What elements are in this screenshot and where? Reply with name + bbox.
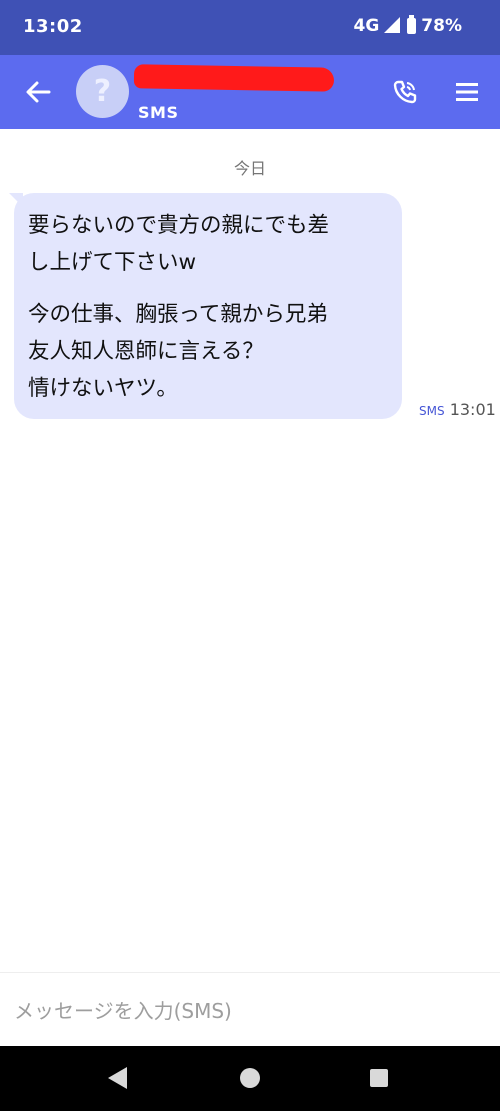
conversation-toolbar: ? SMS xyxy=(0,55,500,129)
call-button[interactable] xyxy=(385,72,425,112)
battery-icon xyxy=(407,15,417,34)
back-arrow-icon xyxy=(26,81,51,103)
status-time: 13:02 xyxy=(23,16,83,37)
status-bar: 13:02 4G 78% xyxy=(0,0,500,55)
date-separator: 今日 xyxy=(233,159,266,178)
menu-icon xyxy=(456,83,478,101)
status-indicators: 4G 78% xyxy=(353,15,462,36)
system-nav-bar xyxy=(0,1046,500,1111)
message-meta: SMS 13:01 xyxy=(419,400,496,419)
contact-avatar[interactable]: ? xyxy=(76,65,129,118)
menu-button[interactable] xyxy=(447,72,487,112)
phone-call-icon xyxy=(393,80,417,104)
signal-icon xyxy=(384,17,401,33)
nav-recents-icon[interactable] xyxy=(370,1069,388,1087)
nav-back-icon[interactable] xyxy=(108,1067,127,1089)
message-input[interactable] xyxy=(12,989,486,1033)
battery-level: 78% xyxy=(421,16,462,36)
incoming-message-bubble[interactable]: 要らないので貴方の親にでも差 し上げて下さいw 今の仕事、胸張って親から兄弟 友… xyxy=(14,193,402,419)
avatar-placeholder-glyph: ? xyxy=(93,74,112,109)
message-time: 13:01 xyxy=(449,400,496,419)
redaction-mark xyxy=(133,64,335,92)
message-paragraph: 要らないので貴方の親にでも差 し上げて下さいw xyxy=(28,213,330,275)
message-protocol: SMS xyxy=(419,404,445,418)
compose-bar xyxy=(0,972,500,1047)
message-paragraph: 今の仕事、胸張って親から兄弟 友人知人恩師に言える？ 情けないヤツ。 xyxy=(28,302,328,401)
nav-home-icon[interactable] xyxy=(240,1068,260,1088)
back-button[interactable] xyxy=(18,72,58,112)
network-type: 4G xyxy=(353,16,380,36)
contact-protocol: SMS xyxy=(138,103,179,122)
